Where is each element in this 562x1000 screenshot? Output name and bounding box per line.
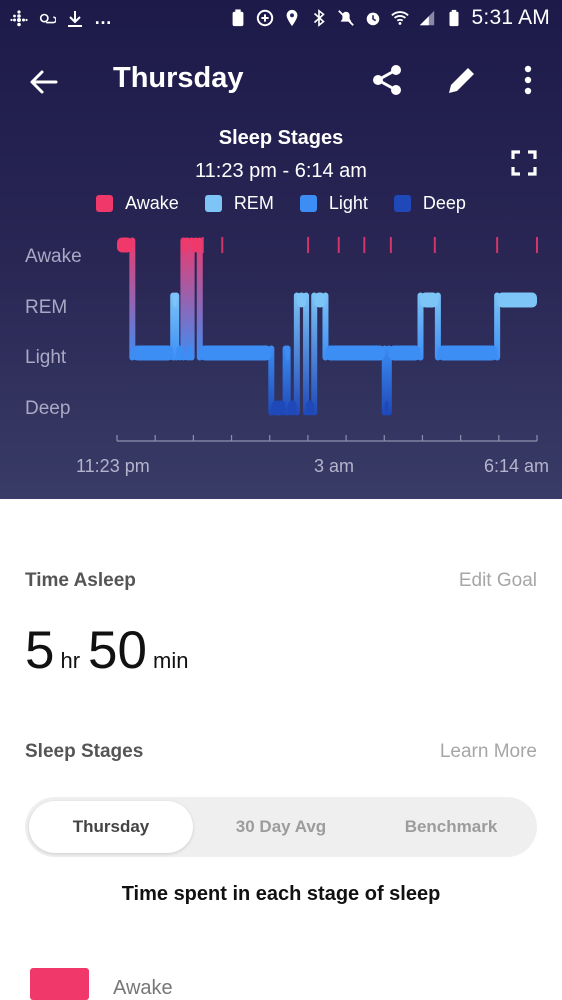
- brief-awake-mark: [389, 237, 392, 253]
- minutes-unit: min: [153, 648, 189, 673]
- stage-segment-light: [325, 345, 385, 361]
- time-asleep-value: 5 hr 50 min: [25, 620, 196, 681]
- stage-segment-light: [176, 345, 184, 361]
- minutes-value: 50: [88, 621, 147, 680]
- time-asleep-label: Time Asleep: [25, 570, 136, 591]
- stage-transition: [311, 292, 318, 416]
- stage-segment-rem: [314, 292, 326, 308]
- tab-benchmark[interactable]: Benchmark: [369, 801, 533, 853]
- stage-segment-awake: [183, 237, 188, 253]
- stage-segment-deep: [306, 400, 315, 416]
- stage-transition: [196, 237, 203, 361]
- stage-segment-rem: [173, 292, 178, 308]
- stage-segment-deep: [384, 400, 389, 416]
- stage-segment-light: [285, 345, 290, 361]
- brief-awake-mark: [363, 237, 366, 253]
- brief-awake-mark: [201, 237, 204, 253]
- brief-awake-mark: [307, 237, 310, 253]
- stage-segment-deep: [271, 400, 286, 416]
- stages-caption: Time spent in each stage of sleep: [121, 883, 441, 905]
- stage-segment-light: [187, 345, 192, 361]
- stage-name-awake: Awake: [113, 976, 173, 999]
- tab-thursday[interactable]: Thursday: [29, 801, 193, 853]
- stage-transition: [188, 237, 195, 361]
- brief-awake-mark: [536, 237, 538, 253]
- stage-segment-light: [132, 345, 174, 361]
- stage-row-awake: Awake: [30, 968, 173, 1000]
- stage-swatch-awake: [30, 968, 89, 1000]
- sleep-stages-label: Sleep Stages: [25, 741, 144, 762]
- sleep-hero: … 5:31 AM Thursday Sleep Stages 11:23 pm…: [0, 0, 562, 499]
- brief-awake-mark: [496, 237, 499, 253]
- hours-value: 5: [25, 621, 55, 680]
- brief-awake-mark: [337, 237, 340, 253]
- tab-30-day-avg[interactable]: 30 Day Avg: [197, 801, 365, 853]
- stage-segment-rem: [497, 292, 537, 308]
- stage-segment-rem: [296, 292, 307, 308]
- stage-transition: [303, 292, 310, 416]
- stage-segment-awake: [117, 237, 133, 253]
- stage-segment-awake: [191, 237, 200, 253]
- stage-segment-deep: [287, 400, 297, 416]
- stage-view-segmented-control: Thursday 30 Day Avg Benchmark: [25, 797, 537, 857]
- hours-unit: hr: [60, 648, 81, 673]
- stage-segment-light: [199, 345, 272, 361]
- stage-transition: [293, 292, 300, 416]
- stage-segment-light: [437, 345, 498, 361]
- stage-segment-rem: [420, 292, 438, 308]
- brief-awake-mark: [221, 237, 224, 253]
- sleep-stage-chart: [116, 237, 538, 442]
- stage-transition: [129, 237, 136, 361]
- brief-awake-mark: [433, 237, 436, 253]
- stage-segment-light: [388, 345, 421, 361]
- learn-more-link[interactable]: Learn More: [440, 741, 537, 763]
- edit-goal-link[interactable]: Edit Goal: [459, 570, 537, 592]
